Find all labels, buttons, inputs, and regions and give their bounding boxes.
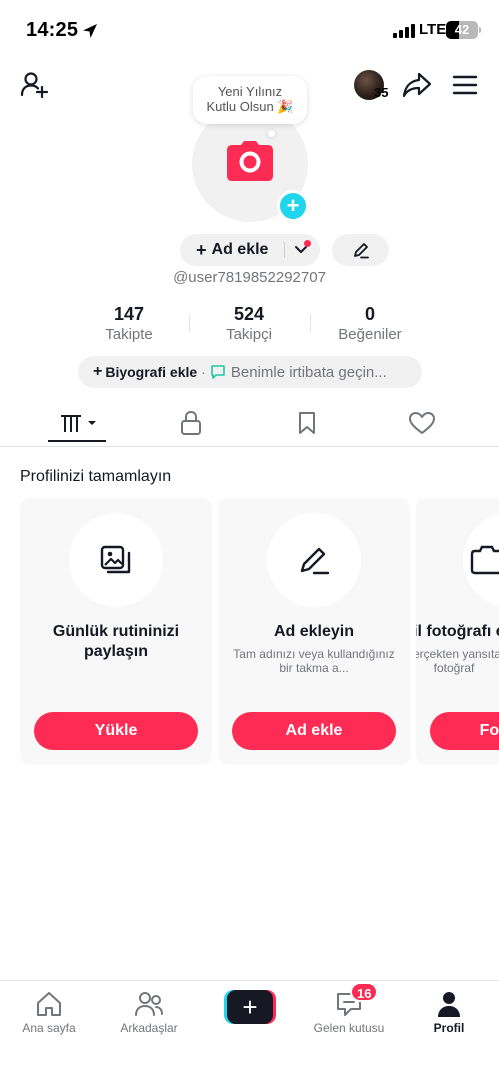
card-subtitle: Sizi gerçekten yansıtan bir fotoğraf bbox=[416, 647, 499, 675]
plus-icon: + bbox=[93, 363, 103, 380]
upload-button[interactable]: Yükle bbox=[34, 712, 198, 750]
battery-level: 42 bbox=[454, 22, 470, 37]
add-friend-button[interactable] bbox=[18, 68, 52, 102]
nav-inbox-label: Gelen kutusu bbox=[313, 1021, 385, 1035]
nav-friends[interactable]: Arkadaşlar bbox=[104, 989, 194, 1035]
bubble-line-1: Yeni Yılınız bbox=[217, 84, 283, 99]
inbox-count-badge: 16 bbox=[350, 982, 379, 1002]
tab-private[interactable] bbox=[161, 406, 221, 440]
nav-home-label: Ana sayfa bbox=[22, 1021, 76, 1035]
story-count-badge: 35 bbox=[374, 85, 389, 100]
pencil-icon bbox=[300, 547, 330, 575]
card-title: Günlük rutininizi paylaşın bbox=[52, 623, 180, 660]
username: @user7819852292707 bbox=[173, 269, 326, 286]
divider bbox=[284, 242, 285, 258]
battery-icon: 42 bbox=[446, 21, 478, 39]
menu-icon bbox=[452, 75, 478, 95]
card-title: Profil fotoğrafı ekle bbox=[416, 623, 499, 640]
card-add-name: Ad ekleyin Tam adınızı veya kullandığını… bbox=[218, 498, 410, 765]
add-friend-icon bbox=[20, 72, 49, 99]
plus-icon: + bbox=[227, 990, 273, 1024]
pencil-icon bbox=[353, 243, 369, 259]
network-type: LTE bbox=[419, 21, 447, 38]
contact-me-link[interactable]: Benimle irtibata geçin... bbox=[231, 364, 387, 381]
profile-icon bbox=[438, 992, 460, 1017]
card-icon-circle bbox=[463, 513, 499, 607]
create-button[interactable]: + bbox=[224, 990, 276, 1024]
chat-bubble-icon bbox=[211, 365, 225, 379]
home-icon bbox=[37, 992, 61, 1016]
menu-button[interactable] bbox=[450, 68, 480, 102]
nav-profile[interactable]: Profil bbox=[404, 989, 494, 1035]
nav-inbox[interactable]: Gelen kutusu bbox=[304, 989, 394, 1035]
share-profile-button[interactable] bbox=[400, 68, 434, 102]
photos-icon bbox=[100, 545, 131, 574]
location-arrow-icon bbox=[83, 24, 97, 38]
friends-icon bbox=[135, 992, 163, 1016]
signal-strength-icon bbox=[393, 24, 415, 38]
status-bar: 14:25 LTE 42 bbox=[0, 0, 499, 56]
battery-cap bbox=[479, 27, 481, 33]
camera-icon bbox=[227, 141, 273, 181]
add-avatar-plus-icon[interactable]: + bbox=[277, 190, 309, 222]
add-name-label: Ad ekle bbox=[211, 241, 269, 258]
stat-followers[interactable]: 524 Takipçi bbox=[189, 303, 309, 345]
stat-following[interactable]: 147 Takipte bbox=[69, 303, 189, 345]
card-icon-circle bbox=[267, 513, 361, 607]
add-name-card-button[interactable]: Ad ekle bbox=[232, 712, 396, 750]
add-bio-link[interactable]: Biyografi ekle bbox=[105, 364, 197, 380]
stat-label: Takipte bbox=[105, 326, 153, 343]
bubble-tail bbox=[268, 130, 275, 137]
bookmark-icon bbox=[299, 412, 315, 434]
add-photo-button[interactable]: Fotoğraf bbox=[430, 712, 499, 750]
stat-likes[interactable]: 0 Beğeniler bbox=[310, 303, 430, 345]
stat-value: 0 bbox=[364, 304, 375, 324]
card-share-routine: Günlük rutininizi paylaşın Yükle bbox=[20, 498, 212, 765]
tab-videos[interactable] bbox=[47, 406, 107, 440]
videos-grid-icon bbox=[61, 415, 96, 432]
stat-label: Beğeniler bbox=[338, 326, 402, 343]
edit-profile-button[interactable] bbox=[332, 234, 389, 266]
camera-outline-icon bbox=[470, 545, 499, 575]
nav-friends-label: Arkadaşlar bbox=[120, 1021, 178, 1035]
card-icon-circle bbox=[69, 513, 163, 607]
new-year-bubble: Yeni Yılınız Kutlu Olsun 🎉 bbox=[193, 76, 307, 124]
nav-home[interactable]: Ana sayfa bbox=[4, 989, 94, 1035]
lock-icon bbox=[181, 410, 201, 435]
stat-value: 524 bbox=[233, 304, 265, 324]
bio-actions[interactable]: + Biyografi ekle · Benimle irtibata geçi… bbox=[78, 356, 422, 388]
share-icon bbox=[402, 72, 432, 98]
plus-icon: + bbox=[196, 240, 207, 260]
tab-favorites[interactable] bbox=[277, 406, 337, 440]
tab-liked[interactable] bbox=[392, 406, 452, 440]
card-title: Ad ekleyin bbox=[273, 623, 355, 640]
stat-label: Takipçi bbox=[226, 326, 272, 343]
tab-active-indicator bbox=[48, 440, 106, 442]
card-subtitle: Tam adınızı veya kullandığınız bir takma… bbox=[233, 647, 395, 675]
add-name-button[interactable]: + Ad ekle bbox=[180, 234, 320, 266]
notification-dot bbox=[304, 240, 311, 247]
nav-profile-label: Profil bbox=[433, 1021, 465, 1035]
heart-icon bbox=[409, 412, 435, 434]
bio-separator: · bbox=[201, 364, 206, 380]
complete-profile-title: Profilinizi tamamlayın bbox=[20, 468, 172, 485]
tab-divider bbox=[0, 446, 499, 447]
bubble-line-2: Kutlu Olsun 🎉 bbox=[206, 99, 294, 114]
card-add-photo: Profil fotoğrafı ekle Sizi gerçekten yan… bbox=[416, 498, 499, 765]
stat-value: 147 bbox=[113, 304, 145, 324]
status-time: 14:25 bbox=[26, 19, 79, 41]
